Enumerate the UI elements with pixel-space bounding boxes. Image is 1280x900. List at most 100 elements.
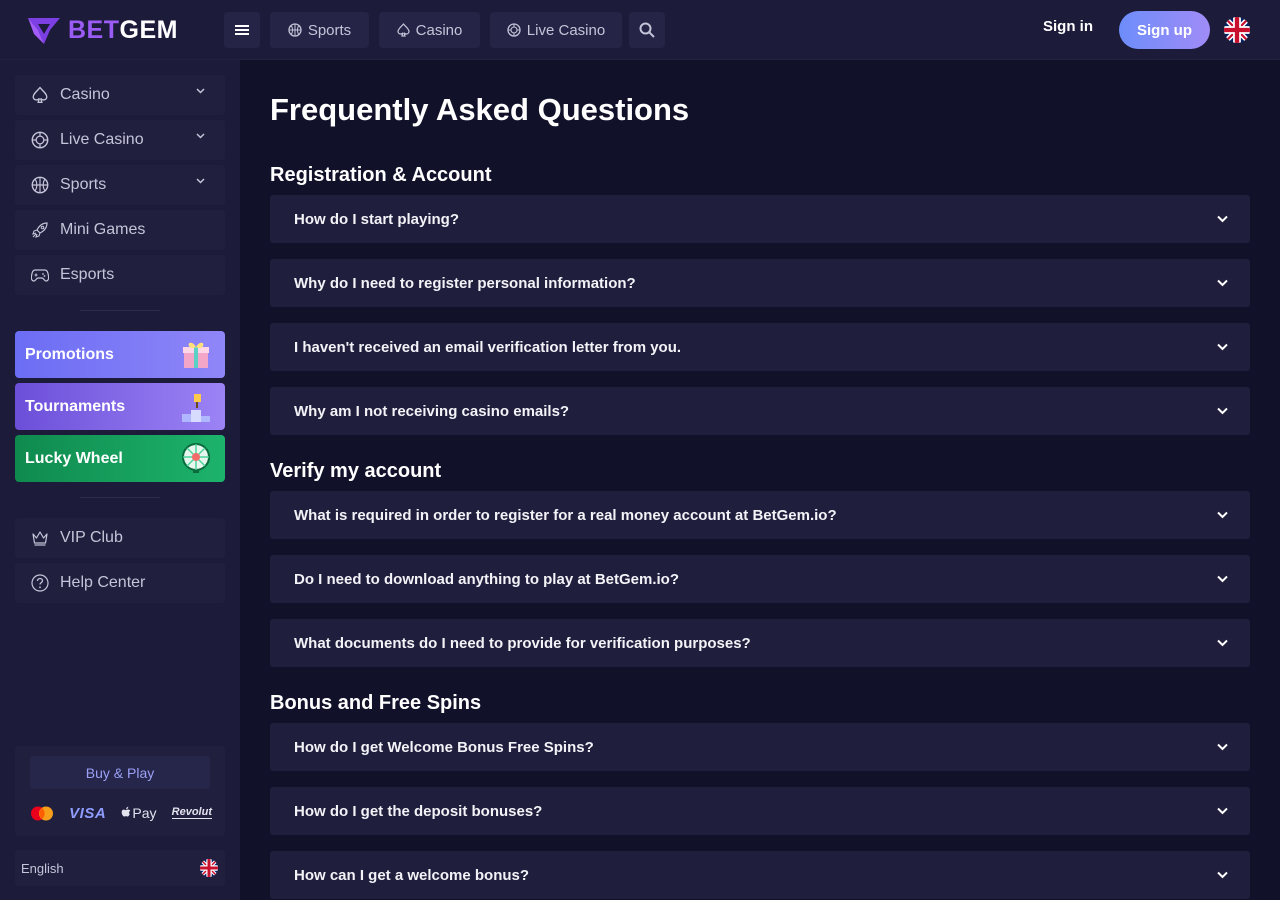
spade-icon	[31, 86, 49, 104]
uk-flag-icon	[200, 859, 218, 877]
wheel-icon	[182, 443, 210, 473]
sign-in-button[interactable]: Sign in	[1030, 18, 1106, 35]
search-button[interactable]	[629, 12, 665, 48]
sidebar-item-label: Live Casino	[60, 131, 144, 148]
faq-question: What documents do I need to provide for …	[294, 634, 751, 652]
faq-question: How do I get Welcome Bonus Free Spins?	[294, 738, 594, 756]
faq-item[interactable]: How do I get the deposit bonuses?	[270, 787, 1250, 835]
spade-icon	[397, 23, 410, 37]
search-icon	[639, 22, 655, 38]
sign-up-button[interactable]: Sign up	[1119, 11, 1210, 49]
chevron-down-icon	[1217, 279, 1228, 287]
chevron-down-icon	[1217, 575, 1228, 583]
sidebar-item-vip-club[interactable]: VIP Club	[15, 518, 225, 558]
language-label: English	[21, 860, 64, 876]
logo-text: BETGEM	[68, 15, 178, 44]
chip-icon	[31, 131, 49, 149]
sidebar-item-casino[interactable]: Casino	[15, 75, 225, 115]
question-icon	[31, 574, 49, 592]
section-title-verify: Verify my account	[270, 460, 442, 482]
basketball-icon	[288, 23, 302, 37]
chevron-down-icon	[1217, 639, 1228, 647]
faq-item[interactable]: I haven't received an email verification…	[270, 323, 1250, 371]
top-header: BETGEM Sports Casino Live Casino Sign in…	[0, 0, 1280, 60]
faq-question: How do I start playing?	[294, 210, 460, 228]
apple-pay-icon: Pay	[121, 805, 156, 821]
chevron-down-icon	[1217, 407, 1228, 415]
chevron-down-icon	[1217, 215, 1228, 223]
promo-tournaments[interactable]: Tournaments	[15, 383, 225, 430]
faq-question: Why am I not receiving casino emails?	[294, 402, 570, 420]
faq-item[interactable]: Do I need to download anything to play a…	[270, 555, 1250, 603]
sidebar-item-label: Help Center	[60, 574, 146, 591]
menu-button[interactable]	[224, 12, 260, 48]
chevron-down-icon	[1217, 871, 1228, 879]
chip-icon	[507, 23, 521, 37]
visa-icon: VISA	[69, 804, 107, 822]
faq-question: What is required in order to register fo…	[294, 506, 837, 524]
revolut-icon: Revolut	[171, 806, 212, 819]
faq-item[interactable]: How do I start playing?	[270, 195, 1250, 243]
chevron-down-icon	[196, 178, 205, 184]
sidebar-item-mini-games[interactable]: Mini Games	[15, 210, 225, 250]
sidebar-item-live-casino[interactable]: Live Casino	[15, 120, 225, 160]
uk-flag-icon[interactable]	[1224, 17, 1250, 43]
sidebar-item-label: Esports	[60, 266, 115, 283]
promo-label: Lucky Wheel	[25, 449, 123, 467]
sidebar-item-sports[interactable]: Sports	[15, 165, 225, 205]
faq-item[interactable]: Why do I need to register personal infor…	[270, 259, 1250, 307]
sidebar-divider	[80, 497, 160, 498]
hamburger-icon	[235, 25, 249, 35]
chevron-down-icon	[1217, 343, 1228, 351]
page-title: Frequently Asked Questions	[270, 92, 690, 127]
header-nav-live-casino[interactable]: Live Casino	[490, 12, 622, 48]
faq-item[interactable]: What documents do I need to provide for …	[270, 619, 1250, 667]
chevron-down-icon	[1217, 743, 1228, 751]
chevron-down-icon	[196, 133, 205, 139]
faq-item[interactable]: How can I get a welcome bonus?	[270, 851, 1250, 899]
podium-icon	[182, 394, 210, 422]
header-nav-sports[interactable]: Sports	[270, 12, 369, 48]
crown-icon	[31, 529, 49, 547]
faq-question: How do I get the deposit bonuses?	[294, 802, 543, 820]
section-title-bonus: Bonus and Free Spins	[270, 692, 482, 714]
faq-item[interactable]: How do I get Welcome Bonus Free Spins?	[270, 723, 1250, 771]
buy-play-panel: Buy & Play VISA Pay Revolut	[15, 746, 225, 836]
promo-label: Tournaments	[25, 397, 126, 415]
promo-promotions[interactable]: Promotions	[15, 331, 225, 378]
basketball-icon	[31, 176, 49, 194]
betgem-logo[interactable]: BETGEM	[24, 13, 178, 47]
header-nav-live-casino-label: Live Casino	[526, 21, 606, 39]
mastercard-icon	[31, 806, 53, 820]
sidebar-item-label: Sports	[60, 176, 107, 193]
section-title-registration: Registration & Account	[270, 164, 492, 186]
header-nav-casino[interactable]: Casino	[379, 12, 480, 48]
sidebar-item-esports[interactable]: Esports	[15, 255, 225, 295]
sidebar-item-help-center[interactable]: Help Center	[15, 563, 225, 603]
promo-label: Promotions	[25, 345, 114, 363]
sidebar: Casino Live Casino Sports Mini Games Esp…	[0, 60, 240, 900]
chevron-down-icon	[1217, 807, 1228, 815]
faq-item[interactable]: What is required in order to register fo…	[270, 491, 1250, 539]
promo-lucky-wheel[interactable]: Lucky Wheel	[15, 435, 225, 482]
sidebar-divider	[80, 310, 160, 311]
buy-play-button[interactable]: Buy & Play	[30, 756, 210, 789]
sidebar-item-label: VIP Club	[60, 529, 123, 546]
language-selector[interactable]: English	[15, 850, 225, 886]
sidebar-item-label: Casino	[60, 86, 110, 103]
faq-question: Do I need to download anything to play a…	[294, 570, 680, 588]
rocket-icon	[31, 221, 49, 239]
faq-question: I haven't received an email verification…	[294, 338, 682, 356]
payment-methods: VISA Pay Revolut	[30, 804, 212, 822]
faq-question: How can I get a welcome bonus?	[294, 866, 530, 884]
header-nav-casino-label: Casino	[415, 21, 463, 39]
chevron-down-icon	[1217, 511, 1228, 519]
faq-question: Why do I need to register personal infor…	[294, 274, 636, 292]
gift-icon	[183, 342, 209, 368]
apple-logo-icon	[122, 806, 131, 817]
faq-item[interactable]: Why am I not receiving casino emails?	[270, 387, 1250, 435]
sidebar-item-label: Mini Games	[60, 221, 146, 238]
header-nav-sports-label: Sports	[307, 21, 352, 39]
gem-logo-icon	[28, 18, 60, 44]
gamepad-icon	[31, 266, 49, 284]
